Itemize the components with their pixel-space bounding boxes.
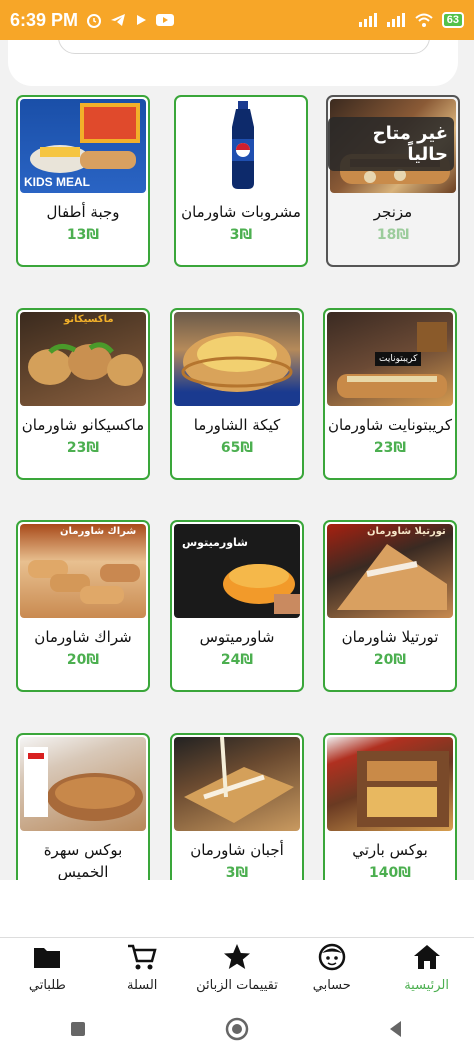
search-area xyxy=(8,40,458,86)
recents-icon[interactable] xyxy=(68,1019,88,1039)
product-price: 23₪ xyxy=(373,440,407,456)
product-image: تورتيلا شاورمان xyxy=(327,524,453,618)
shawarmitos-label: شاورميتوس xyxy=(182,536,248,549)
product-price: 13₪ xyxy=(66,227,100,243)
battery-indicator: 63 xyxy=(441,12,464,28)
product-name: وجبة أطفال xyxy=(46,203,120,221)
product-card[interactable]: تورتيلا شاورمان تورتيلا شاورمان 20₪ xyxy=(323,520,457,692)
thursday-box-illustration xyxy=(24,747,143,821)
signal-icon-2 xyxy=(386,13,405,27)
product-price: 3₪ xyxy=(229,227,253,243)
unavailable-badge: غير متاح حالياً xyxy=(328,117,454,171)
product-price: 24₪ xyxy=(220,652,254,668)
product-name: شراك شاورمان xyxy=(34,628,132,646)
product-card[interactable]: كيكة الشاورما 65₪ xyxy=(170,308,304,480)
product-card[interactable]: مشروبات شاورمان 3₪ xyxy=(174,95,308,267)
system-nav-bar xyxy=(0,1005,474,1053)
home-icon xyxy=(413,945,440,969)
product-card[interactable]: KIDS MEAL وجبة أطفال 13₪ xyxy=(16,95,150,267)
cheese-shawarma-illustration xyxy=(184,737,294,823)
product-card[interactable]: شراك شاورمان شراك شاورمان 20₪ xyxy=(16,520,150,692)
product-price: 18₪ xyxy=(376,227,410,243)
product-name: تورتيلا شاورمان xyxy=(341,628,439,646)
nav-cart[interactable]: السلة xyxy=(95,938,190,1006)
kryptonite-label: كريبتونايت xyxy=(375,352,422,366)
nav-orders[interactable]: طلباتي xyxy=(0,938,95,1006)
product-card[interactable]: ماكسيكانو ماكسيكانو شاورمان 23₪ xyxy=(16,308,150,480)
status-time: 6:39 PM xyxy=(10,9,79,30)
product-price: 20₪ xyxy=(66,652,100,668)
home-button-icon[interactable] xyxy=(225,1017,249,1041)
notification-icons xyxy=(86,12,175,28)
wifi-icon xyxy=(415,13,433,27)
bottom-nav: طلباتي السلة تقييمات الزبائن حسابي الرئي… xyxy=(0,937,474,1006)
sharak-label: شراك شاورمان xyxy=(60,526,137,537)
signal-icon xyxy=(358,13,377,27)
product-grid[interactable]: غير متاح حالياً مزنجر 18₪ مشروبات شاورما… xyxy=(0,40,474,880)
product-price: 65₪ xyxy=(220,440,254,456)
nav-label: الرئيسية xyxy=(404,978,449,993)
product-name: مزنجر xyxy=(373,203,413,221)
nav-label: طلباتي xyxy=(28,978,66,993)
product-image: ماكسيكانو xyxy=(20,312,146,406)
nav-home[interactable]: الرئيسية xyxy=(379,938,474,1006)
search-input[interactable] xyxy=(58,40,430,54)
status-bar: 6:39 PM 63 xyxy=(0,0,474,40)
product-image xyxy=(20,737,146,831)
product-name: كيكة الشاورما xyxy=(193,416,281,434)
product-price: 3₪ xyxy=(225,865,249,880)
product-image xyxy=(174,737,300,831)
product-image xyxy=(327,737,453,831)
product-price: 20₪ xyxy=(373,652,407,668)
nav-label: السلة xyxy=(126,978,158,993)
product-card[interactable]: غير متاح حالياً مزنجر 18₪ xyxy=(326,95,460,267)
product-image: KIDS MEAL xyxy=(20,99,146,193)
party-box-illustration xyxy=(357,751,449,827)
nav-label: حسابي xyxy=(312,978,351,993)
face-icon xyxy=(318,943,346,971)
product-name: مشروبات شاورمان xyxy=(181,203,301,221)
sharak-illustration xyxy=(28,560,140,604)
product-card[interactable]: بوكس بارتي 140₪ xyxy=(323,733,457,880)
product-card[interactable]: أجبان شاورمان 3₪ xyxy=(170,733,304,880)
product-card[interactable]: كريبتونايت كريبتونايت شاورمان 23₪ xyxy=(323,308,457,480)
product-name: بوكس سهرة الخميس xyxy=(43,841,123,880)
product-price: 23₪ xyxy=(66,440,100,456)
product-card[interactable]: شاورميتوس شاورميتوس 24₪ xyxy=(170,520,304,692)
star-icon xyxy=(223,944,250,969)
alarm-icon xyxy=(87,14,102,28)
product-image: كريبتونايت xyxy=(327,312,453,406)
product-card[interactable]: بوكس سهرة الخميس xyxy=(16,733,150,880)
nav-label: تقييمات الزبائن xyxy=(196,978,278,993)
system-icons: 63 xyxy=(358,12,464,28)
pepsi-bottle-illustration xyxy=(232,101,254,189)
maxicano-illustration xyxy=(28,342,143,386)
product-image xyxy=(174,312,300,406)
shawarma-cake-illustration xyxy=(181,332,293,392)
product-price: 140₪ xyxy=(369,865,411,880)
play-icon xyxy=(137,15,147,25)
nav-reviews[interactable]: تقييمات الزبائن xyxy=(190,938,285,1006)
tortilla-illustration xyxy=(337,544,447,610)
telegram-icon xyxy=(111,14,126,26)
product-image: شاورميتوس xyxy=(174,524,300,618)
back-icon[interactable] xyxy=(386,1019,406,1039)
maxicano-label: ماكسيكانو xyxy=(64,314,114,325)
product-name: كريبتونايت شاورمان xyxy=(327,416,453,434)
kids-meal-label: KIDS MEAL xyxy=(24,175,90,189)
product-name: بوكس بارتي xyxy=(352,841,428,859)
folder-icon xyxy=(34,948,61,968)
product-image: شراك شاورمان xyxy=(20,524,146,618)
product-name: شاورميتوس xyxy=(199,628,275,646)
product-name: ماكسيكانو شاورمان xyxy=(21,416,145,434)
youtube-icon xyxy=(156,14,175,26)
tortilla-label: تورتيلا شاورمان xyxy=(367,526,446,537)
product-image xyxy=(178,99,304,193)
product-name: أجبان شاورمان xyxy=(190,841,284,859)
nav-account[interactable]: حسابي xyxy=(284,938,379,1006)
cart-icon xyxy=(128,944,157,970)
